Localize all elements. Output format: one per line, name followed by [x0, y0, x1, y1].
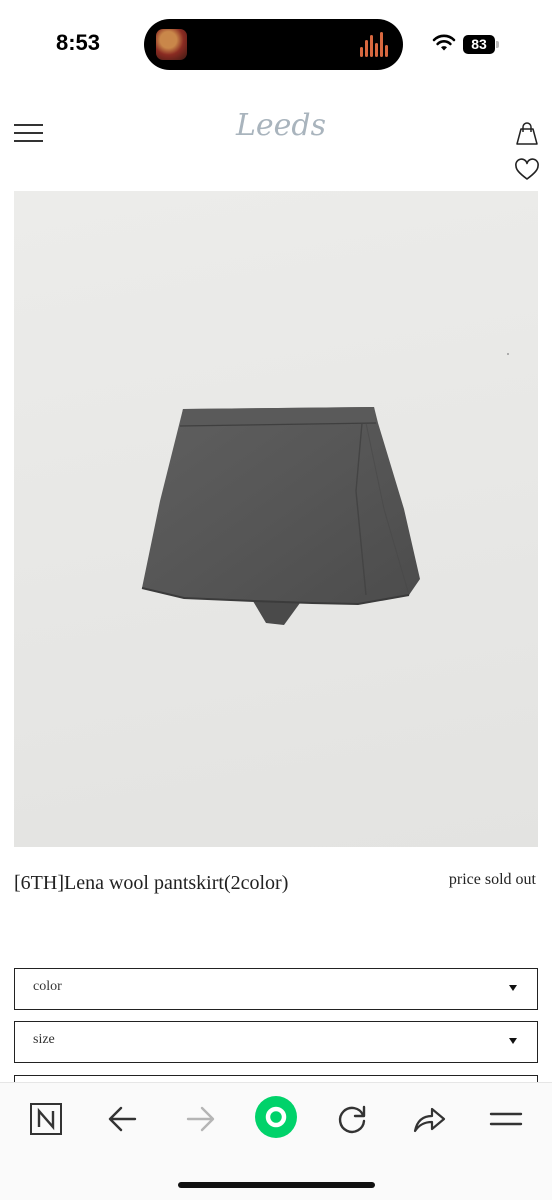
color-select-label: color — [33, 979, 62, 994]
color-select[interactable]: color — [14, 968, 538, 1010]
dynamic-island[interactable] — [144, 19, 403, 70]
battery-icon: 83 — [463, 35, 495, 54]
dropdown-arrow-icon — [509, 1038, 517, 1044]
size-select-label: size — [33, 1032, 55, 1047]
battery-tip — [496, 41, 499, 48]
green-home-icon[interactable] — [254, 1095, 298, 1139]
hamburger-menu-icon[interactable] — [14, 124, 43, 142]
share-icon[interactable] — [409, 1099, 449, 1139]
now-playing-artwork — [156, 29, 187, 60]
size-select[interactable]: size — [14, 1021, 538, 1063]
heart-icon[interactable] — [514, 158, 540, 182]
product-image[interactable] — [14, 191, 538, 847]
shopping-bag-icon[interactable] — [514, 120, 540, 146]
forward-arrow-icon[interactable] — [180, 1099, 220, 1139]
status-time: 8:53 — [56, 30, 101, 55]
status-bar: 8:53 83 — [0, 0, 552, 90]
brand-logo[interactable]: Leeds — [236, 108, 326, 154]
audio-waveform-icon — [360, 32, 390, 57]
wifi-icon — [432, 34, 456, 51]
back-arrow-icon[interactable] — [103, 1099, 143, 1139]
dropdown-arrow-icon — [509, 985, 517, 991]
menu-icon[interactable] — [486, 1099, 526, 1139]
skort-photo — [141, 353, 509, 625]
product-name: [6TH]Lena wool pantskirt(2color) — [14, 872, 289, 894]
reload-icon[interactable] — [332, 1099, 372, 1139]
price-status: price sold out — [448, 871, 536, 888]
naver-n-icon[interactable] — [26, 1099, 66, 1139]
home-indicator[interactable] — [178, 1182, 375, 1188]
